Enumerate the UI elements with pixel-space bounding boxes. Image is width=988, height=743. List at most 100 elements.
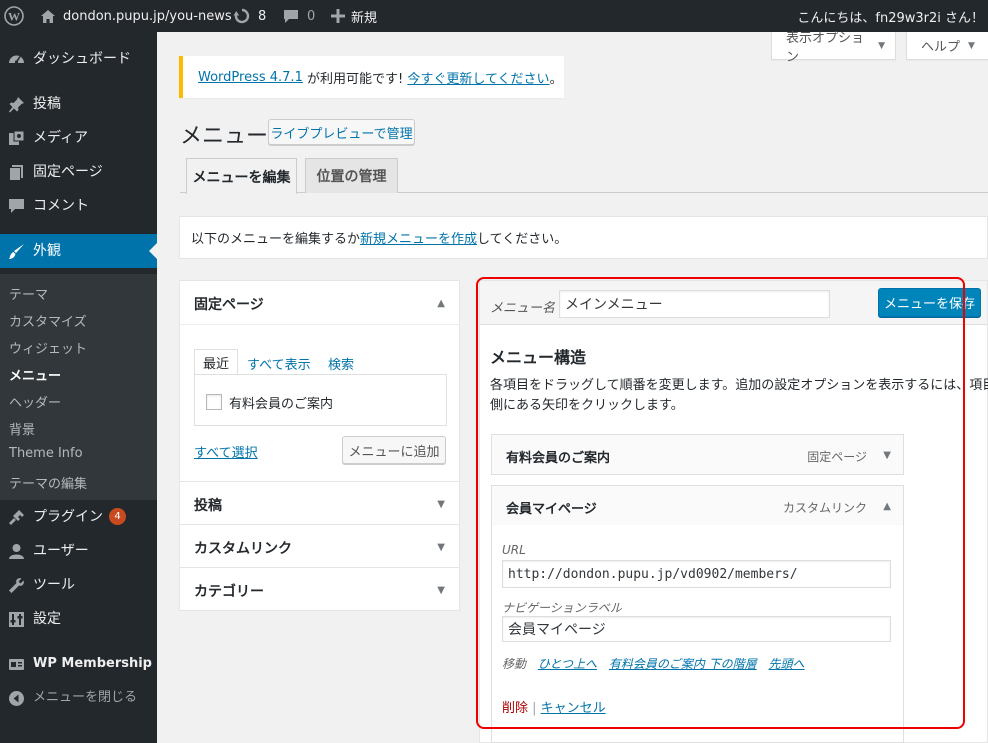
menu-item-type: 固定ページ xyxy=(807,450,867,464)
updates-link[interactable]: 8 xyxy=(233,0,266,32)
chevron-down-icon[interactable]: ▼ xyxy=(437,499,445,510)
site-home-link[interactable]: dondon.pupu.jp/you-news xyxy=(40,0,232,32)
url-input[interactable]: http://dondon.pupu.jp/vd0902/members/ xyxy=(502,560,891,588)
new-label: 新規 xyxy=(351,10,378,26)
plugin-icon xyxy=(8,509,25,526)
appearance-submenu: テーマ カスタマイズ ウィジェット メニュー ヘッダー 背景 Theme Inf… xyxy=(0,274,157,500)
site-name: dondon.pupu.jp/you-news xyxy=(63,8,232,24)
sidebar-item-pages[interactable]: 固定ページ xyxy=(0,155,157,189)
chevron-up-icon[interactable]: ▲ xyxy=(883,501,891,512)
page-checkbox[interactable] xyxy=(206,394,222,410)
screen-options-button[interactable]: 表示オプション ▼ xyxy=(771,31,896,65)
select-all-link[interactable]: すべて選択 xyxy=(194,442,258,461)
pin-icon xyxy=(8,96,25,113)
sidebar-item-label: WP Membership xyxy=(33,656,152,671)
sidebar-item-tools[interactable]: ツール xyxy=(0,568,157,602)
move-top-link[interactable]: 先頭へ xyxy=(769,657,805,671)
tab-manage-locations[interactable]: 位置の管理 xyxy=(305,158,398,193)
tab-edit-menus[interactable]: メニューを編集 xyxy=(186,158,297,194)
sidebar-item-label: ダッシュボード xyxy=(33,51,131,67)
pages-checklist: 有料会員のご案内 xyxy=(194,374,447,426)
help-button[interactable]: ヘルプ ▼ xyxy=(906,32,988,60)
add-to-menu-button[interactable]: メニューに追加 xyxy=(342,436,446,464)
cancel-link[interactable]: キャンセル xyxy=(541,701,606,716)
move-up-link[interactable]: ひとつ上へ xyxy=(538,657,597,671)
wordpress-logo-icon[interactable]: W xyxy=(4,0,24,32)
tab-search[interactable]: 検索 xyxy=(328,354,354,373)
menu-instructions: 各項目をドラッグして順番を変更します。追加の設定オプションを表示するには、項目の… xyxy=(490,376,988,416)
chevron-up-icon[interactable]: ▲ xyxy=(437,298,445,309)
menu-name-label: メニュー名 xyxy=(490,301,556,316)
instructions-line-2: 側にある矢印をクリックします。 xyxy=(490,398,684,413)
collapse-menu-button[interactable]: メニューを閉じる xyxy=(0,681,157,715)
sidebar-item-posts[interactable]: 投稿 xyxy=(0,87,157,121)
sidebar-item-comments[interactable]: コメント xyxy=(0,189,157,223)
sidebar-item-wp-membership[interactable]: WP Membership xyxy=(0,647,157,681)
instructions-line-1: 各項目をドラッグして順番を変更します。追加の設定オプションを表示するには、項目の… xyxy=(490,378,988,393)
move-under-link[interactable]: 有料会員のご案内 下の階層 xyxy=(609,657,757,671)
navigation-label-label: ナビゲーションラベル xyxy=(502,601,622,615)
svg-text:W: W xyxy=(8,10,20,24)
create-new-menu-link[interactable]: 新規メニューを作成 xyxy=(360,228,477,247)
chevron-down-icon[interactable]: ▼ xyxy=(437,585,445,596)
submenu-item-widgets[interactable]: ウィジェット xyxy=(9,338,87,357)
submenu-item-header[interactable]: ヘッダー xyxy=(9,392,61,411)
plus-icon xyxy=(331,9,345,23)
submenu-item-background[interactable]: 背景 xyxy=(9,419,35,438)
sidebar-item-appearance[interactable]: 外観 xyxy=(0,234,157,268)
sidebar-item-label: メディア xyxy=(33,130,89,146)
save-menu-button[interactable]: メニューを保存 xyxy=(878,288,981,317)
update-now-link[interactable]: 今すぐ更新してください xyxy=(407,68,549,87)
submenu-item-menus[interactable]: メニュー xyxy=(9,365,61,384)
manage-prefix: 以下のメニューを編集するか xyxy=(191,232,361,247)
sidebar-item-settings[interactable]: 設定 xyxy=(0,602,157,636)
page-title: メニュー xyxy=(180,124,269,149)
posts-metabox[interactable]: 投稿 ▼ xyxy=(179,481,460,525)
menu-item-bar[interactable]: 会員マイページ カスタムリンク ▲ xyxy=(491,485,904,526)
menu-name-input[interactable]: メインメニュー xyxy=(559,290,830,318)
brush-icon xyxy=(8,243,25,260)
nav-tab-underline xyxy=(180,192,988,193)
submenu-item-themes[interactable]: テーマ xyxy=(9,284,48,303)
sidebar-item-label: コメント xyxy=(33,198,89,214)
submenu-item-customize[interactable]: カスタマイズ xyxy=(9,311,87,330)
sidebar-item-dashboard[interactable]: ダッシュボード xyxy=(0,42,157,76)
collapse-icon xyxy=(8,690,25,707)
menu-item-bar[interactable]: 有料会員のご案内 固定ページ ▼ xyxy=(491,434,904,475)
sidebar-item-media[interactable]: メディア xyxy=(0,121,157,155)
plugin-update-badge: 4 xyxy=(109,508,126,525)
screen-options-label: 表示オプション xyxy=(786,30,865,65)
submenu-item-theme-editor[interactable]: テーマの編集 xyxy=(9,473,87,492)
help-label: ヘルプ xyxy=(921,40,961,55)
submenu-item-theme-info[interactable]: Theme Info xyxy=(9,446,83,461)
manage-suffix: してください。 xyxy=(477,232,568,247)
comment-bubble-icon xyxy=(283,9,299,24)
move-label: 移動 xyxy=(502,657,527,671)
sidebar-item-plugins[interactable]: プラグイン 4 xyxy=(0,500,157,534)
new-content-link[interactable]: 新規 xyxy=(331,0,377,32)
wrench-icon xyxy=(8,577,25,594)
notice-end: 。 xyxy=(549,71,563,87)
menu-item-settings: URL http://dondon.pupu.jp/vd0902/members… xyxy=(491,525,904,743)
sidebar-item-label: プラグイン 4 xyxy=(33,500,126,534)
categories-metabox[interactable]: カテゴリー ▼ xyxy=(179,567,460,611)
tab-view-all[interactable]: すべて表示 xyxy=(247,354,311,373)
version-link[interactable]: WordPress 4.7.1 xyxy=(198,70,303,85)
pages-metabox-title[interactable]: 固定ページ xyxy=(194,294,264,314)
sidebar-item-users[interactable]: ユーザー xyxy=(0,534,157,568)
live-preview-button[interactable]: ライブプレビューで管理 xyxy=(268,119,415,145)
comments-link[interactable]: 0 xyxy=(283,0,315,32)
tab-recent[interactable]: 最近 xyxy=(194,349,238,375)
navigation-label-input[interactable]: 会員マイページ xyxy=(502,616,891,642)
chevron-down-icon[interactable]: ▼ xyxy=(437,542,445,553)
manage-menus-bar: 以下のメニューを編集するか 新規メニューを作成 してください。 xyxy=(179,216,988,259)
chevron-down-icon[interactable]: ▼ xyxy=(883,450,891,461)
custom-links-metabox[interactable]: カスタムリンク ▼ xyxy=(179,524,460,568)
actions-separator: | xyxy=(532,701,541,716)
delete-link[interactable]: 削除 xyxy=(502,701,528,716)
sidebar-item-label: 投稿 xyxy=(33,96,61,112)
settings-icon xyxy=(8,611,25,628)
update-icon xyxy=(233,8,251,24)
sidebar-item-label: 固定ページ xyxy=(33,164,103,180)
divider xyxy=(180,324,459,325)
